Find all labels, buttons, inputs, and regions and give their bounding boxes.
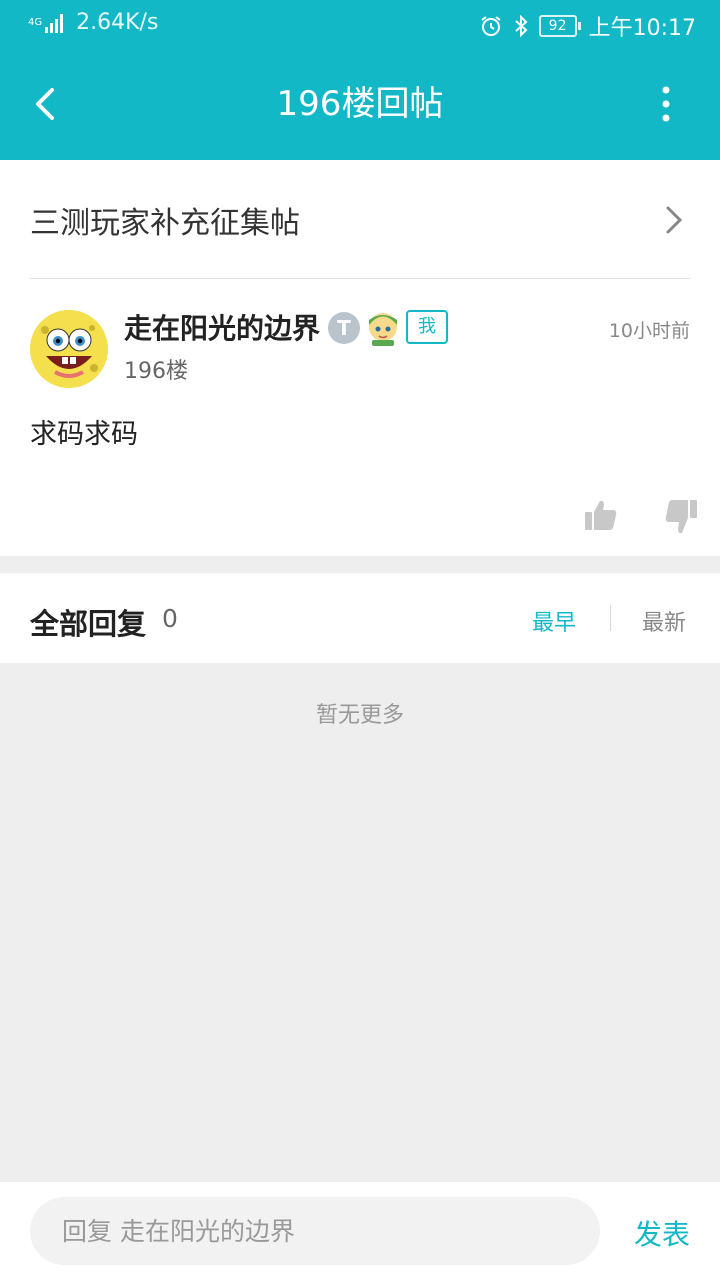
alarm-clock-icon [480, 16, 501, 36]
network-type-label: 4G [28, 16, 43, 28]
thumbs-down-icon[interactable] [664, 498, 698, 536]
sort-earliest-button[interactable]: 最早 [532, 605, 576, 637]
empty-state-text: 暂无更多 [315, 703, 404, 728]
navbar: 196楼回帖 [0, 50, 720, 160]
chevron-right-icon [666, 206, 683, 234]
topic-title: 三测玩家补充征集帖 [30, 206, 300, 241]
status-time: 上午10:17 [588, 16, 696, 41]
post-username[interactable]: 走在阳光的边界 [124, 307, 320, 347]
post-card: 三测玩家补充征集帖 走在阳光的边界 T 我 10小时前 196楼 求码求码 [0, 160, 720, 556]
me-tag: 我 [406, 310, 448, 344]
signal-icon [45, 13, 64, 33]
status-left: 4G 2.64K/s [28, 10, 158, 35]
sort-divider [610, 605, 611, 631]
more-vertical-icon[interactable] [654, 84, 678, 124]
level-badge-icon: T [328, 312, 360, 344]
reply-input[interactable] [30, 1197, 600, 1265]
topic-link[interactable]: 三测玩家补充征集帖 [30, 160, 690, 279]
avatar[interactable] [30, 310, 108, 388]
replies-label: 全部回复 [30, 607, 147, 641]
network-speed: 2.64K/s [76, 10, 159, 35]
thumbs-up-icon[interactable] [584, 498, 618, 532]
replies-bar: 全部回复 0 最早 最新 [0, 573, 720, 663]
send-button[interactable]: 发表 [634, 1213, 690, 1253]
bluetooth-icon [514, 14, 528, 38]
page-title: 196楼回帖 [276, 84, 444, 124]
app-header: 4G 2.64K/s 92 上午10:17 196楼回帖 [0, 0, 720, 160]
sort-latest-button[interactable]: 最新 [642, 605, 686, 637]
post-time: 10小时前 [608, 320, 690, 342]
battery-icon: 92 [538, 15, 581, 37]
post-floor: 196楼 [124, 359, 188, 384]
status-bar: 4G 2.64K/s 92 上午10:17 [0, 0, 720, 50]
post-content: 求码求码 [30, 419, 138, 450]
status-right: 92 上午10:17 [479, 10, 696, 42]
avatar-spongebob [30, 310, 108, 388]
replies-count: 0 [162, 604, 178, 633]
character-badge-icon [369, 313, 397, 346]
reply-bar: 发表 [0, 1182, 720, 1280]
